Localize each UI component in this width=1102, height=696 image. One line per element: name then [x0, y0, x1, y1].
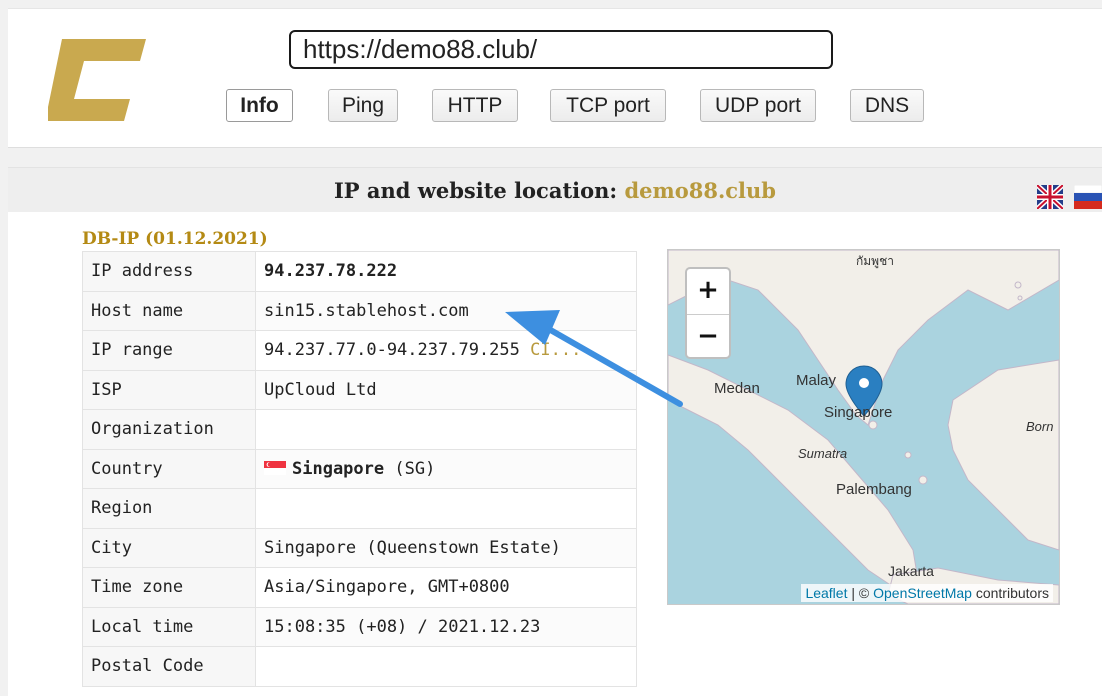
tab-info[interactable]: Info [226, 89, 293, 122]
table-row: IP address 94.237.78.222 [82, 251, 637, 292]
en-flag-icon[interactable] [1037, 185, 1063, 209]
row-value: UpCloud Ltd [255, 369, 637, 410]
table-row: Organization [82, 409, 637, 450]
map-label-medan: Medan [714, 380, 760, 397]
source-label: DB-IP (01.12.2021) [82, 229, 268, 249]
row-value: Asia/Singapore, GMT+0800 [255, 567, 637, 608]
map-label-palembang: Palembang [836, 481, 912, 498]
sg-flag-icon [264, 460, 286, 475]
row-key: Country [82, 448, 256, 489]
location-map[interactable]: กัมพูชา Medan Malay Singapore Born Sumat… [667, 249, 1060, 605]
tab-http[interactable]: HTTP [432, 89, 518, 122]
ru-flag-icon[interactable] [1074, 185, 1102, 209]
map-label-cambodia: กัมพูชา [856, 254, 894, 268]
site-logo[interactable] [48, 37, 146, 121]
row-key: Host name [82, 290, 256, 331]
tab-tcp-port[interactable]: TCP port [550, 89, 666, 122]
row-key: Local time [82, 606, 256, 647]
cidr-link[interactable]: CI... [530, 340, 581, 360]
map-label-singapore: Singapore [824, 404, 893, 421]
location-panel: IP and website location: demo88.club DB-… [8, 167, 1102, 696]
row-key: Time zone [82, 567, 256, 608]
row-key: IP address [82, 251, 256, 292]
url-input[interactable]: https://demo88.club/ [289, 30, 833, 69]
attribution-separator: | © [847, 585, 874, 601]
table-row: IP range 94.237.77.0-94.237.79.255 CI... [82, 330, 637, 371]
row-value [255, 646, 637, 687]
map-label-jakarta: Jakarta [888, 563, 934, 579]
row-value: sin15.stablehost.com [255, 290, 637, 331]
table-row: Region [82, 488, 637, 529]
title-domain: demo88.club [624, 178, 776, 203]
row-value: 15:08:35 (+08) / 2021.12.23 [255, 606, 637, 647]
tab-dns[interactable]: DNS [850, 89, 924, 122]
map-label-malaysia: Malay [796, 372, 837, 389]
table-row: ISP UpCloud Ltd [82, 369, 637, 410]
zoom-out-button[interactable]: − [687, 315, 729, 360]
row-value [255, 488, 637, 529]
map-attribution: Leaflet | © OpenStreetMap contributors [801, 584, 1053, 602]
zoom-control: + − [685, 267, 731, 359]
table-row: Country Singapore (SG) [82, 448, 637, 489]
ip-info-table: IP address 94.237.78.222 Host name sin15… [82, 251, 637, 687]
row-value: Singapore (Queenstown Estate) [255, 527, 637, 568]
country-name: Singapore [292, 458, 385, 479]
attribution-tail: contributors [971, 585, 1049, 601]
row-value: 94.237.77.0-94.237.79.255 CI... [255, 330, 637, 371]
table-row: Host name sin15.stablehost.com [82, 290, 637, 331]
page-title: IP and website location: demo88.club [8, 178, 1102, 203]
country-code: (SG) [394, 458, 436, 479]
row-key: ISP [82, 369, 256, 410]
osm-link[interactable]: OpenStreetMap [873, 585, 972, 601]
row-value: 94.237.78.222 [255, 251, 637, 292]
table-row: Time zone Asia/Singapore, GMT+0800 [82, 567, 637, 608]
top-toolbar: https://demo88.club/ Info Ping HTTP TCP … [8, 8, 1102, 148]
row-key: Organization [82, 409, 256, 450]
row-value [255, 409, 637, 450]
table-row: Postal Code [82, 646, 637, 687]
row-value: Singapore (SG) [255, 448, 637, 489]
table-row: Local time 15:08:35 (+08) / 2021.12.23 [82, 606, 637, 647]
ip-range-value: 94.237.77.0-94.237.79.255 [264, 340, 520, 361]
map-label-sumatra: Sumatra [798, 446, 848, 461]
tab-ping[interactable]: Ping [328, 89, 398, 122]
row-key: City [82, 527, 256, 568]
title-prefix: IP and website location: [333, 178, 618, 203]
zoom-in-button[interactable]: + [687, 269, 729, 315]
row-key: Region [82, 488, 256, 529]
row-key: Postal Code [82, 646, 256, 687]
tab-udp-port[interactable]: UDP port [700, 89, 816, 122]
row-key: IP range [82, 330, 256, 371]
leaflet-link[interactable]: Leaflet [805, 585, 847, 601]
map-label-borneo: Born [1026, 419, 1054, 434]
table-row: City Singapore (Queenstown Estate) [82, 527, 637, 568]
panel-header: IP and website location: demo88.club [8, 167, 1102, 212]
